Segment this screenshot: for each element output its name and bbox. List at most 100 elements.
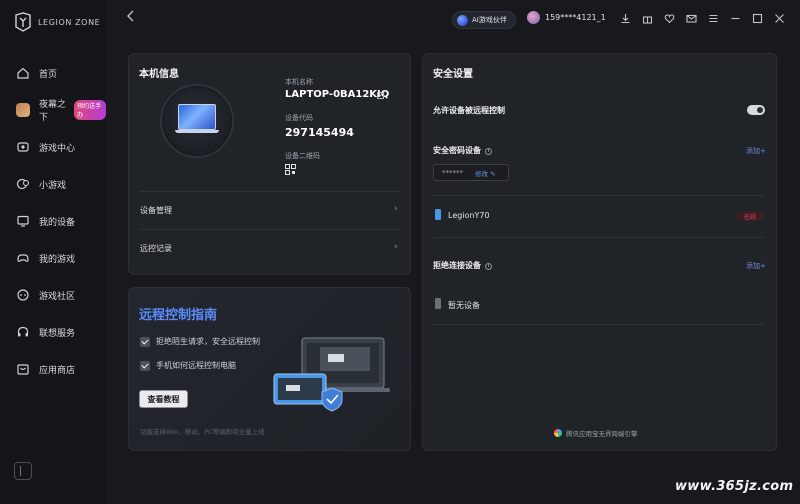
reject-device-text: 拒绝连接设备: [433, 261, 481, 270]
pwd-field[interactable]: ****** 修改 ✎: [433, 164, 509, 181]
paired-device-name: LegionY70: [448, 211, 490, 220]
security-title: 安全设置: [433, 69, 473, 80]
sidebar-item-label: 我的游戏: [39, 254, 76, 265]
allow-remote-toggle[interactable]: [747, 105, 765, 115]
view-tutorial-button[interactable]: 查看教程: [139, 390, 188, 408]
qr-code-icon[interactable]: [285, 164, 296, 175]
sidebar-item-game-promo[interactable]: 夜幕之下 预约送手办: [0, 96, 106, 124]
device-code: 297145494: [285, 126, 354, 139]
heart-icon[interactable]: [664, 13, 675, 24]
guide-item-text: 拒绝陌生请求，安全远程控制: [156, 337, 260, 346]
brand-name: LEGION ZONE: [38, 17, 101, 27]
engine-credit-text: 腾讯应用宝无界跨端引擎: [566, 430, 638, 438]
device-name: LAPTOP-0BA12KIQ: [285, 89, 390, 100]
user-account[interactable]: 159****4121_1: [527, 11, 606, 24]
laptop-base: [175, 130, 219, 133]
chat-game-icon: [16, 178, 30, 190]
avatar: [527, 11, 540, 24]
game-thumbnail-icon: [16, 103, 30, 117]
controller-icon: [17, 254, 29, 262]
gift-icon[interactable]: [642, 13, 653, 24]
legion-logo-icon: [15, 12, 31, 32]
ai-orb-icon: [457, 14, 468, 26]
pwd-edit-link[interactable]: 修改 ✎: [475, 168, 496, 178]
mail-icon[interactable]: [686, 13, 697, 24]
device-info-card: [128, 53, 411, 275]
tencent-logo-icon: [554, 429, 562, 437]
allow-remote-label: 允许设备被远程控制: [433, 106, 505, 115]
sidebar-item-home[interactable]: 首页: [0, 59, 106, 87]
back-chevron-icon[interactable]: [126, 10, 140, 26]
info-icon[interactable]: i: [485, 148, 492, 155]
sidebar-item-label: 应用商店: [39, 365, 76, 376]
sidebar-collapse-icon[interactable]: [14, 462, 32, 480]
guide-item-text: 手机如何远程控制电脑: [156, 361, 236, 370]
device-qr-label: 设备二维码: [285, 152, 320, 160]
download-icon[interactable]: [620, 13, 631, 24]
device-manage-link[interactable]: 设备管理: [140, 205, 172, 216]
sidebar-item-label: 联想服务: [39, 328, 76, 339]
chevron-right-icon: ›: [394, 242, 398, 252]
reject-device-label: 拒绝连接设备 i: [433, 260, 492, 271]
chevron-right-icon: ›: [394, 204, 398, 214]
sidebar-item-mini-games[interactable]: 小游戏: [0, 170, 106, 198]
info-icon[interactable]: i: [485, 263, 492, 270]
window-toolbar: [620, 13, 785, 24]
pwd-mask: ******: [442, 168, 463, 177]
device-code-label: 设备代码: [285, 114, 313, 122]
sidebar-item-label: 我的设备: [39, 217, 76, 228]
minimize-icon[interactable]: [730, 13, 741, 24]
add-reject-device-link[interactable]: 添加+: [746, 261, 766, 271]
guide-item-mobile: 手机如何远程控制电脑: [140, 360, 236, 371]
divider: [139, 229, 401, 230]
sidebar-item-label: 游戏社区: [39, 291, 76, 302]
pwd-device-label: 安全密码设备 i: [433, 145, 492, 156]
username: 159****4121_1: [545, 13, 606, 22]
engine-credit: 腾讯应用宝无界跨端引擎: [554, 428, 638, 438]
gamepad-icon: [17, 142, 29, 152]
sidebar-item-game-center[interactable]: 游戏中心: [0, 133, 106, 161]
pwd-edit-text: 修改: [475, 169, 488, 178]
maximize-icon[interactable]: [752, 13, 763, 24]
sidebar-item-label: 夜幕之下: [39, 100, 67, 123]
sidebar-item-my-devices[interactable]: 我的设备: [0, 207, 106, 235]
no-device-text: 暂无设备: [448, 301, 480, 310]
guide-title: 远程控制指南: [139, 308, 218, 323]
divider: [433, 324, 765, 325]
sidebar-item-label: 游戏中心: [39, 143, 76, 154]
phone-device-icon: [435, 209, 441, 220]
laptop-icon: [178, 104, 216, 130]
check-icon: [140, 360, 150, 371]
ai-companion-button[interactable]: AI游戏伙伴: [452, 11, 516, 29]
brand-logo[interactable]: LEGION ZONE: [14, 12, 100, 32]
device-info-title: 本机信息: [139, 69, 179, 80]
empty-device-icon: [435, 298, 441, 309]
promo-badge: 预约送手办: [74, 100, 106, 120]
headset-icon: [17, 326, 29, 337]
sidebar-item-my-games[interactable]: 我的游戏: [0, 244, 106, 272]
guide-footnote: 功能支持Win、移动、PC等端即将全量上线: [140, 428, 265, 436]
sidebar-item-lenovo-service[interactable]: 联想服务: [0, 318, 106, 346]
divider: [139, 191, 401, 192]
sidebar-item-label: 首页: [39, 69, 58, 80]
sidebar-item-app-store[interactable]: 应用商店: [0, 355, 106, 383]
sidebar-item-community[interactable]: 游戏社区: [0, 281, 106, 309]
edit-name-icon[interactable]: [377, 91, 385, 99]
remote-records-link[interactable]: 远控记录: [140, 243, 172, 254]
guide-item-safe: 拒绝陌生请求，安全远程控制: [140, 336, 260, 347]
device-name-label: 本机名称: [285, 78, 313, 86]
remote-devices-illustration: [273, 337, 390, 412]
site-watermark: www.365jz.com: [675, 479, 794, 494]
sidebar-item-label: 小游戏: [39, 180, 67, 191]
monitor-icon: [17, 215, 29, 227]
check-icon: [140, 336, 150, 347]
home-icon: [17, 67, 29, 79]
divider: [433, 195, 765, 196]
sidebar: LEGION ZONE 首页 夜幕之下 预约送手办 游戏中心 小游戏 我的设备 …: [0, 0, 106, 504]
store-icon: [17, 364, 29, 375]
add-pwd-device-link[interactable]: 添加+: [746, 146, 766, 156]
ai-companion-label: AI游戏伙伴: [472, 16, 507, 24]
device-status-badge: 在线: [736, 211, 764, 221]
close-icon[interactable]: [774, 13, 785, 24]
menu-icon[interactable]: [708, 13, 719, 24]
